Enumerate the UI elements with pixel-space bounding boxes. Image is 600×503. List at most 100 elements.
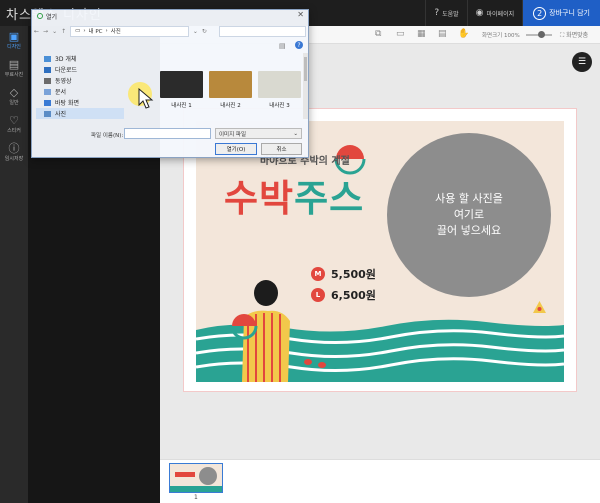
- tree-item-label: 동영상: [55, 78, 72, 85]
- tree-item-label: 바탕 화면: [55, 100, 79, 107]
- layout-icon[interactable]: ▭: [396, 29, 405, 39]
- back-icon[interactable]: ←: [34, 28, 39, 35]
- price-value: 6,500원: [331, 289, 376, 302]
- align-icon[interactable]: ▤: [438, 29, 447, 39]
- up-icon[interactable]: ↑: [61, 28, 66, 35]
- file-item[interactable]: 내사진 1: [160, 71, 203, 109]
- price-value: 5,500원: [331, 268, 376, 281]
- tree-item-label: 사진: [55, 111, 67, 118]
- mypage-button[interactable]: ◉ 마이페이지: [466, 0, 522, 26]
- view-icon[interactable]: ▤: [279, 42, 286, 50]
- filetype-select[interactable]: 이미지 파일 ⌄: [215, 128, 302, 139]
- zoom-slider-knob[interactable]: [538, 31, 545, 38]
- desktop-icon: [44, 99, 51, 106]
- rail-item-free-photo[interactable]: ▤ 무료사진: [0, 54, 28, 82]
- page-strip: [160, 459, 600, 503]
- refresh-icon[interactable]: ↻: [202, 28, 207, 35]
- photo-icon: ▤: [8, 57, 20, 71]
- chevron-down-icon[interactable]: ⌄: [52, 28, 57, 35]
- tree-item-documents[interactable]: 문서: [36, 86, 124, 97]
- chevron-down-icon[interactable]: ⌄: [193, 28, 198, 35]
- open-button[interactable]: 열기(O): [215, 143, 257, 155]
- help-icon[interactable]: ?: [295, 41, 303, 49]
- rail-item-temp-save[interactable]: ⓘ 임시저장: [0, 138, 28, 166]
- crumb-item[interactable]: 내 PC: [89, 27, 103, 35]
- file-thumbnail: [160, 71, 203, 98]
- layers-button[interactable]: ☰: [572, 52, 592, 72]
- folder-tree: 3D 개체 다운로드 동영상 문서 바탕 화면 사진: [36, 53, 124, 119]
- close-icon[interactable]: ✕: [297, 10, 304, 19]
- grid-icon[interactable]: ▦: [417, 29, 426, 39]
- design-headline[interactable]: 수박주스: [224, 168, 364, 222]
- document-icon: [44, 88, 51, 95]
- cube-icon: [44, 55, 51, 62]
- add-to-cart-button[interactable]: 2 장바구니 담기: [522, 0, 600, 26]
- tree-item-downloads[interactable]: 다운로드: [36, 64, 124, 75]
- cursor-icon: [138, 88, 154, 109]
- app-icon: [37, 13, 43, 19]
- folder-icon: ▭: [75, 28, 81, 34]
- copy-icon[interactable]: ⧉: [375, 29, 381, 39]
- rail-item-design[interactable]: ▣ 디자인: [0, 26, 28, 54]
- filename-input[interactable]: [124, 128, 211, 139]
- chevron-down-icon: ⌄: [293, 130, 298, 137]
- hand-icon[interactable]: ✋: [458, 29, 469, 39]
- thumb-wave: [170, 486, 222, 492]
- image-icon: ▣: [8, 29, 20, 43]
- dialog-title: 열기: [46, 13, 58, 21]
- rail-item-sticker[interactable]: ♡ 스티커: [0, 110, 28, 138]
- search-input[interactable]: [218, 25, 306, 37]
- info-icon: ⓘ: [8, 141, 20, 155]
- rail-item-general[interactable]: ◇ 일반: [0, 82, 28, 110]
- rail-label: 무료사진: [4, 71, 24, 78]
- page-thumbnail[interactable]: [169, 463, 223, 493]
- photo-placeholder-line: 끌어 넣으세요: [436, 224, 502, 237]
- fit-screen-button[interactable]: ⛶ 화면맞춤: [560, 30, 588, 40]
- crumb-sep: ›: [83, 28, 86, 34]
- mypage-label: 마이페이지: [486, 10, 515, 18]
- tree-item-videos[interactable]: 동영상: [36, 75, 124, 86]
- crumb-item[interactable]: 사진: [111, 27, 121, 35]
- tree-item-label: 다운로드: [55, 67, 78, 74]
- forward-icon[interactable]: →: [43, 28, 48, 35]
- photo-placeholder-line: 여기로: [453, 208, 485, 221]
- tree-item-pictures[interactable]: 사진: [36, 108, 124, 119]
- help-button[interactable]: ? 도움말: [425, 0, 466, 26]
- rail-label: 임시저장: [4, 155, 24, 162]
- file-item[interactable]: 내사진 3: [258, 71, 301, 109]
- dialog-titlebar[interactable]: 열기: [32, 10, 308, 22]
- thumb-photo: [199, 467, 217, 485]
- cart-label: 장바구니 담기: [549, 9, 590, 17]
- filename-label: 파일 이름(N):: [91, 133, 124, 139]
- size-badge: L: [311, 288, 325, 302]
- step-badge: 2: [533, 6, 547, 20]
- cancel-button[interactable]: 취소: [261, 143, 302, 155]
- layers-icon: ☰: [577, 57, 587, 67]
- headline-green: 주스: [294, 177, 365, 220]
- shape-icon: ◇: [9, 85, 19, 99]
- price-row-m[interactable]: M 5,500원: [311, 266, 376, 282]
- price-row-l[interactable]: L 6,500원: [311, 287, 376, 303]
- file-thumbnail: [209, 71, 252, 98]
- file-thumbnail: [258, 71, 301, 98]
- file-grid: 내사진 1 내사진 2 내사진 3: [160, 71, 303, 121]
- sun-icon: [533, 301, 546, 313]
- breadcrumb[interactable]: ▭ › 내 PC › 사진: [70, 25, 189, 37]
- help-label: 도움말: [442, 10, 459, 18]
- file-name: 내사진 2: [220, 103, 241, 109]
- heart-icon: ♡: [9, 113, 19, 127]
- top-actions: ? 도움말 ◉ 마이페이지 2 장바구니 담기: [425, 0, 600, 26]
- tree-item-3d[interactable]: 3D 개체: [36, 53, 124, 64]
- thumb-title: [175, 472, 195, 477]
- photo-placeholder[interactable]: 사용 할 사진을 여기로 끌어 넣으세요: [387, 133, 551, 297]
- rail-label: 일반: [9, 99, 19, 106]
- picture-icon: [44, 110, 51, 117]
- scrollbar-thumb[interactable]: [304, 57, 307, 81]
- fit-label: 화면맞춤: [566, 32, 589, 39]
- file-item[interactable]: 내사진 2: [209, 71, 252, 109]
- tool-rail: ▣ 디자인 ▤ 무료사진 ◇ 일반 ♡ 스티커 ⓘ 임시저장: [0, 26, 28, 503]
- file-scrollbar[interactable]: [303, 53, 308, 119]
- tree-item-desktop[interactable]: 바탕 화면: [36, 97, 124, 108]
- crumb-sep: ›: [105, 28, 108, 34]
- rail-label: 디자인: [7, 43, 21, 50]
